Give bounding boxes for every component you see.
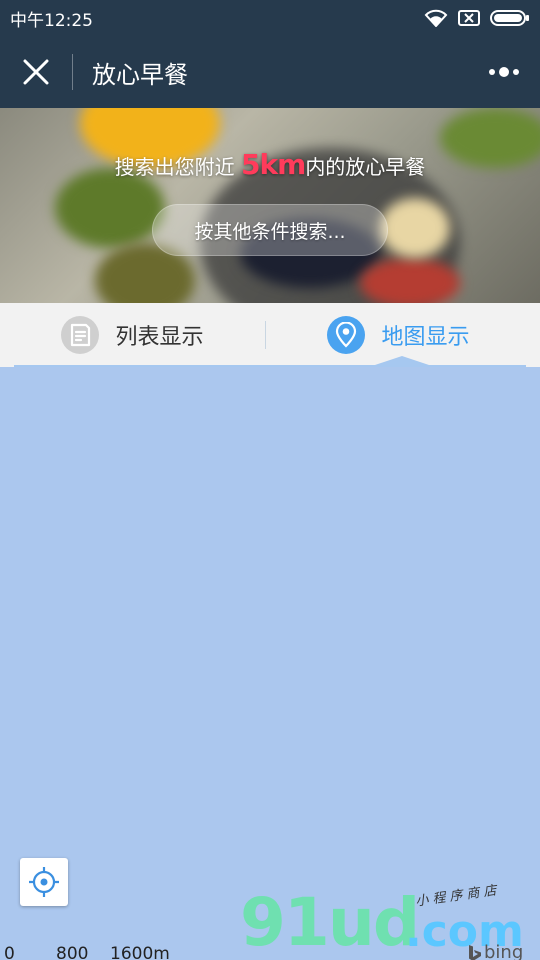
battery-icon [490, 10, 529, 26]
bing-label: bing [484, 942, 524, 960]
banner-headline: 搜索出您附近 5km内的放心早餐 [0, 148, 540, 181]
crosshair-icon [29, 867, 59, 897]
tab-list-view[interactable]: 列表显示 [0, 303, 265, 367]
wifi-icon [424, 9, 448, 27]
view-tabs: 列表显示 地图显示 [0, 303, 540, 370]
map-scale: 0 800 1600m [4, 944, 170, 960]
other-conditions-search-button[interactable]: 按其他条件搜索... [152, 204, 388, 256]
map-attribution: bing [468, 942, 523, 960]
map-view[interactable]: 91ud .com 小 程 序 商 店 0 800 1600m bing [0, 367, 540, 960]
tab-map-label: 地图显示 [381, 325, 470, 350]
status-icons [424, 9, 530, 27]
locate-me-button[interactable] [20, 858, 68, 906]
nav-divider [72, 54, 73, 90]
sim-off-icon [458, 10, 480, 26]
banner-image-strawberry [360, 258, 460, 303]
close-button[interactable] [0, 36, 72, 108]
status-bar: 中午12:25 [0, 0, 540, 36]
scale-label-0: 0 [4, 944, 15, 960]
status-time: 中午12:25 [10, 10, 93, 31]
tab-list-label: 列表显示 [115, 325, 204, 350]
list-icon [61, 316, 100, 354]
nav-bar: 放心早餐 [0, 36, 540, 108]
location-pin-icon [327, 316, 366, 354]
more-button[interactable] [468, 36, 540, 108]
scale-label-1: 800 [56, 944, 89, 960]
scale-label-2: 1600m [110, 944, 170, 960]
banner-distance: 5km [241, 148, 306, 181]
banner-prefix: 搜索出您附近 [114, 155, 242, 179]
watermark-logo: 91ud [240, 884, 420, 960]
banner-suffix: 内的放心早餐 [305, 155, 426, 179]
more-dots-icon [489, 67, 519, 77]
close-icon [23, 59, 49, 85]
banner-image-banana [380, 198, 450, 258]
bing-logo-icon [469, 944, 481, 960]
page-title: 放心早餐 [92, 60, 188, 89]
search-banner: 搜索出您附近 5km内的放心早餐 按其他条件搜索... [0, 108, 540, 303]
